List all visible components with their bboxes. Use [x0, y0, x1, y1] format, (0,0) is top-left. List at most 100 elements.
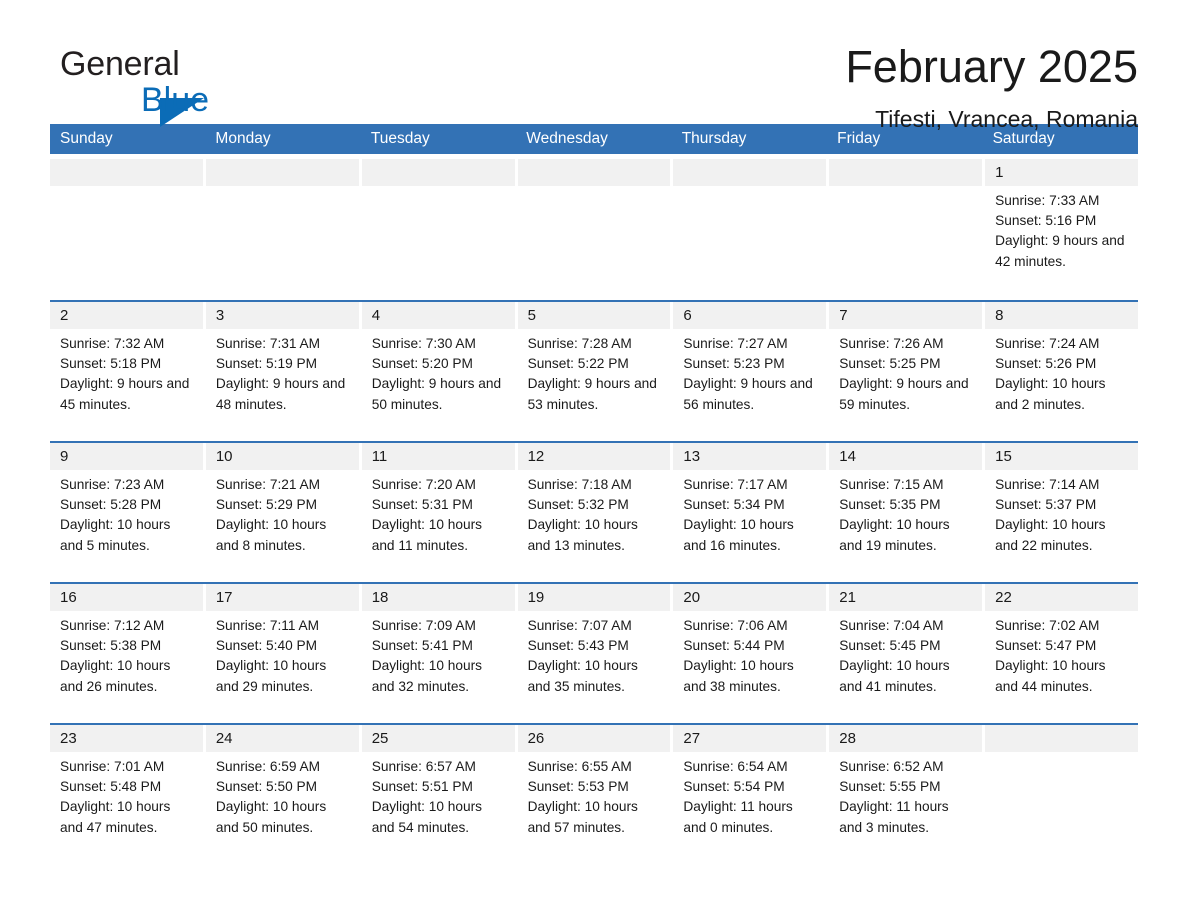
day-number: 3	[205, 302, 359, 329]
sunrise-text: Sunrise: 7:31 AM	[215, 336, 321, 351]
daylight-text: Daylight: 9 hours and 53 minutes.	[527, 376, 657, 412]
sunrise-text: Sunrise: 7:12 AM	[60, 618, 165, 633]
daylight-text: Daylight: 10 hours and 26 minutes.	[60, 658, 171, 694]
calendar-day-cell[interactable]: 5 Sunrise: 7:28 AM Sunset: 5:22 PM Daylight…	[517, 302, 671, 435]
daylight-text: Daylight: 10 hours and 5 minutes.	[60, 517, 171, 553]
day-number: 6	[673, 302, 827, 329]
day-number: 20	[673, 584, 827, 611]
calendar-grid: Sunday Monday Tuesday Wednesday Thursday…	[50, 124, 1138, 858]
calendar-day-cell[interactable]: 10 Sunrise: 7:21 AM Sunset: 5:29 PM Dayligh…	[205, 443, 359, 576]
day-number: 14	[829, 443, 983, 470]
sunrise-text: Sunrise: 6:52 AM	[839, 759, 944, 774]
daylight-text: Daylight: 10 hours and 11 minutes.	[371, 517, 483, 553]
day-sun-info: Sunrise: 7:33 AM Sunset: 5:16 PM Daylight:…	[985, 186, 1138, 272]
sunset-text: Sunset: 5:44 PM	[683, 638, 785, 654]
calendar-day-cell[interactable]: 20 Sunrise: 7:06 AM Sunset: 5:44 PM Dayligh…	[673, 584, 827, 717]
sunset-text: Sunset: 5:47 PM	[995, 638, 1097, 654]
sunrise-text: Sunrise: 7:33 AM	[995, 193, 1100, 208]
day-sun-info: Sunrise: 7:23 AM Sunset: 5:28 PM Daylight:…	[50, 470, 203, 556]
sunset-text: Sunset: 5:51 PM	[371, 779, 473, 795]
day-number: 28	[829, 725, 983, 752]
sunrise-text: Sunrise: 7:14 AM	[995, 477, 1100, 492]
sunset-text: Sunset: 5:29 PM	[215, 497, 318, 513]
daylight-text: Daylight: 10 hours and 8 minutes.	[215, 517, 327, 553]
sunset-text: Sunset: 5:16 PM	[995, 213, 1097, 229]
sunrise-text: Sunrise: 7:30 AM	[371, 336, 476, 351]
day-sun-info: Sunrise: 7:30 AM Sunset: 5:20 PM Daylight:…	[362, 329, 515, 415]
daylight-text: Daylight: 10 hours and 16 minutes.	[683, 517, 794, 553]
day-number: 17	[205, 584, 359, 611]
sunrise-text: Sunrise: 7:24 AM	[995, 336, 1100, 351]
day-number: 7	[829, 302, 983, 329]
calendar-day-cell[interactable]: 21 Sunrise: 7:04 AM Sunset: 5:45 PM Dayligh…	[829, 584, 983, 717]
calendar-day-cell[interactable]: 13 Sunrise: 7:17 AM Sunset: 5:34 PM Dayligh…	[673, 443, 827, 576]
calendar-day-cell[interactable]: 17 Sunrise: 7:11 AM Sunset: 5:40 PM Dayligh…	[205, 584, 359, 717]
calendar-day-cell[interactable]: 23 Sunrise: 7:01 AM Sunset: 5:48 PM Dayligh…	[50, 725, 203, 858]
daylight-text: Daylight: 10 hours and 41 minutes.	[839, 658, 950, 694]
calendar-page: General Blue February 2025 Tifesti, Vran…	[0, 0, 1188, 918]
calendar-day-cell[interactable]: 24 Sunrise: 6:59 AM Sunset: 5:50 PM Dayligh…	[205, 725, 359, 858]
calendar-day-cell[interactable]: 12 Sunrise: 7:18 AM Sunset: 5:32 PM Dayligh…	[517, 443, 671, 576]
sunrise-text: Sunrise: 7:27 AM	[683, 336, 788, 351]
calendar-day-cell[interactable]: 14 Sunrise: 7:15 AM Sunset: 5:35 PM Dayligh…	[829, 443, 983, 576]
calendar-day-cell[interactable]: 19 Sunrise: 7:07 AM Sunset: 5:43 PM Dayligh…	[517, 584, 671, 717]
calendar-day-cell[interactable]: 1 Sunrise: 7:33 AM Sunset: 5:16 PM Daylight…	[985, 159, 1138, 294]
sunset-text: Sunset: 5:55 PM	[839, 779, 941, 795]
sunrise-text: Sunrise: 7:04 AM	[839, 618, 944, 633]
day-number	[205, 159, 359, 186]
calendar-day-empty	[517, 159, 671, 294]
sunrise-text: Sunrise: 6:57 AM	[371, 759, 476, 774]
generalblue-logo: General Blue	[60, 45, 360, 127]
day-number: 21	[829, 584, 983, 611]
calendar-day-cell[interactable]: 4 Sunrise: 7:30 AM Sunset: 5:20 PM Daylight…	[361, 302, 515, 435]
calendar-day-cell[interactable]: 26 Sunrise: 6:55 AM Sunset: 5:53 PM Dayligh…	[517, 725, 671, 858]
daylight-text: Daylight: 10 hours and 2 minutes.	[995, 376, 1106, 412]
sunset-text: Sunset: 5:25 PM	[839, 356, 941, 372]
calendar-week-row: 2 Sunrise: 7:32 AM Sunset: 5:18 PM Daylight…	[50, 300, 1138, 435]
calendar-day-cell[interactable]: 6 Sunrise: 7:27 AM Sunset: 5:23 PM Daylight…	[673, 302, 827, 435]
calendar-day-cell[interactable]: 9 Sunrise: 7:23 AM Sunset: 5:28 PM Daylight…	[50, 443, 203, 576]
day-number: 23	[50, 725, 203, 752]
day-number	[361, 159, 515, 186]
calendar-day-cell[interactable]: 16 Sunrise: 7:12 AM Sunset: 5:38 PM Dayligh…	[50, 584, 203, 717]
daylight-text: Daylight: 10 hours and 38 minutes.	[683, 658, 794, 694]
day-number	[517, 159, 671, 186]
sunset-text: Sunset: 5:34 PM	[683, 497, 785, 513]
calendar-day-cell[interactable]: 27 Sunrise: 6:54 AM Sunset: 5:54 PM Dayligh…	[673, 725, 827, 858]
daylight-text: Daylight: 9 hours and 48 minutes.	[215, 376, 346, 412]
calendar-day-cell[interactable]: 11 Sunrise: 7:20 AM Sunset: 5:31 PM Dayligh…	[361, 443, 515, 576]
calendar-day-cell[interactable]: 7 Sunrise: 7:26 AM Sunset: 5:25 PM Daylight…	[829, 302, 983, 435]
calendar-day-cell[interactable]: 28 Sunrise: 6:52 AM Sunset: 5:55 PM Dayligh…	[829, 725, 983, 858]
sunrise-text: Sunrise: 6:59 AM	[215, 759, 321, 774]
sunrise-text: Sunrise: 6:54 AM	[683, 759, 788, 774]
calendar-day-cell[interactable]: 2 Sunrise: 7:32 AM Sunset: 5:18 PM Daylight…	[50, 302, 203, 435]
calendar-day-cell[interactable]: 25 Sunrise: 6:57 AM Sunset: 5:51 PM Dayligh…	[361, 725, 515, 858]
sunrise-text: Sunrise: 7:32 AM	[60, 336, 165, 351]
calendar-day-empty	[985, 725, 1138, 858]
sunset-text: Sunset: 5:50 PM	[215, 779, 318, 795]
day-number: 18	[361, 584, 515, 611]
day-number: 1	[985, 159, 1138, 186]
day-number	[829, 159, 983, 186]
calendar-day-cell[interactable]: 8 Sunrise: 7:24 AM Sunset: 5:26 PM Daylight…	[985, 302, 1138, 435]
calendar-day-cell[interactable]: 22 Sunrise: 7:02 AM Sunset: 5:47 PM Dayligh…	[985, 584, 1138, 717]
daylight-text: Daylight: 11 hours and 0 minutes.	[683, 799, 793, 835]
calendar-day-cell[interactable]: 15 Sunrise: 7:14 AM Sunset: 5:37 PM Dayligh…	[985, 443, 1138, 576]
day-number: 11	[361, 443, 515, 470]
day-sun-info: Sunrise: 7:12 AM Sunset: 5:38 PM Daylight:…	[50, 611, 203, 697]
calendar-day-cell[interactable]: 3 Sunrise: 7:31 AM Sunset: 5:19 PM Daylight…	[205, 302, 359, 435]
sunset-text: Sunset: 5:48 PM	[60, 779, 162, 795]
day-number: 8	[985, 302, 1138, 329]
sunrise-text: Sunrise: 7:26 AM	[839, 336, 944, 351]
sunrise-text: Sunrise: 7:20 AM	[371, 477, 476, 492]
day-number: 15	[985, 443, 1138, 470]
calendar-week-row: 23 Sunrise: 7:01 AM Sunset: 5:48 PM Dayligh…	[50, 723, 1138, 858]
daylight-text: Daylight: 10 hours and 19 minutes.	[839, 517, 950, 553]
page-header: General Blue February 2025 Tifesti, Vran…	[50, 0, 1138, 132]
calendar-day-cell[interactable]: 18 Sunrise: 7:09 AM Sunset: 5:41 PM Dayligh…	[361, 584, 515, 717]
sunset-text: Sunset: 5:18 PM	[60, 356, 162, 372]
sunrise-text: Sunrise: 7:18 AM	[527, 477, 632, 492]
day-sun-info: Sunrise: 7:17 AM Sunset: 5:34 PM Daylight:…	[673, 470, 826, 556]
sunset-text: Sunset: 5:26 PM	[995, 356, 1097, 372]
sunrise-text: Sunrise: 7:07 AM	[527, 618, 632, 633]
